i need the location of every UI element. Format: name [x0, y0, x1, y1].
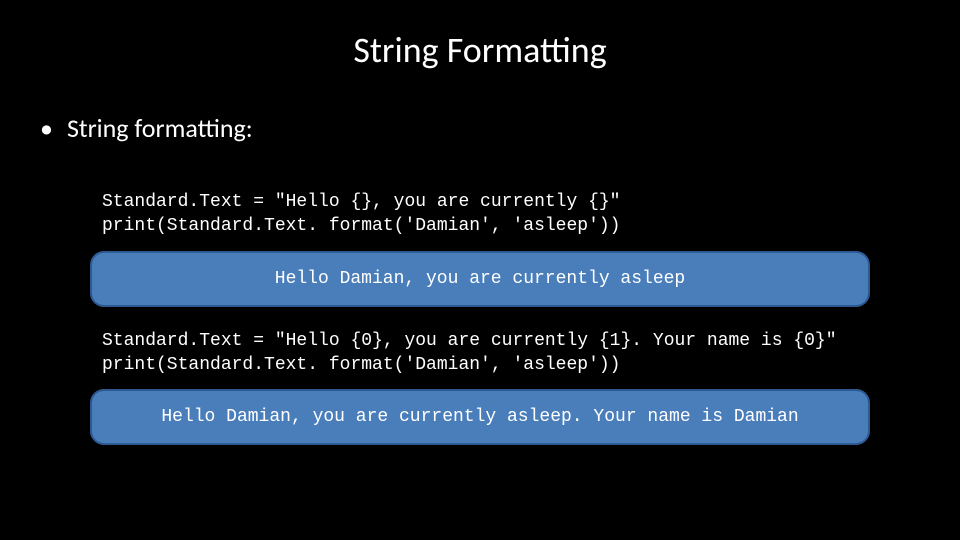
bullet-icon: •: [40, 115, 53, 141]
slide-title: String Formatting: [30, 28, 930, 72]
output-box-1: Hello Damian, you are currently asleep: [90, 251, 870, 307]
code-line: print(Standard.Text. format('Damian', 'a…: [102, 216, 620, 236]
code-block-2: Standard.Text = "Hello {0}, you are curr…: [102, 329, 890, 378]
code-line: Standard.Text = "Hello {0}, you are curr…: [102, 331, 837, 351]
bullet-text: String formatting:: [67, 112, 253, 144]
output-box-2: Hello Damian, you are currently asleep. …: [90, 389, 870, 445]
slide: String Formatting • String formatting: S…: [0, 0, 960, 540]
code-block-1: Standard.Text = "Hello {}, you are curre…: [102, 190, 890, 239]
code-line: print(Standard.Text. format('Damian', 'a…: [102, 355, 620, 375]
example-2: Standard.Text = "Hello {0}, you are curr…: [30, 329, 930, 446]
bullet-item: • String formatting:: [40, 112, 930, 144]
code-line: Standard.Text = "Hello {}, you are curre…: [102, 192, 620, 212]
example-1: Standard.Text = "Hello {}, you are curre…: [30, 190, 930, 307]
